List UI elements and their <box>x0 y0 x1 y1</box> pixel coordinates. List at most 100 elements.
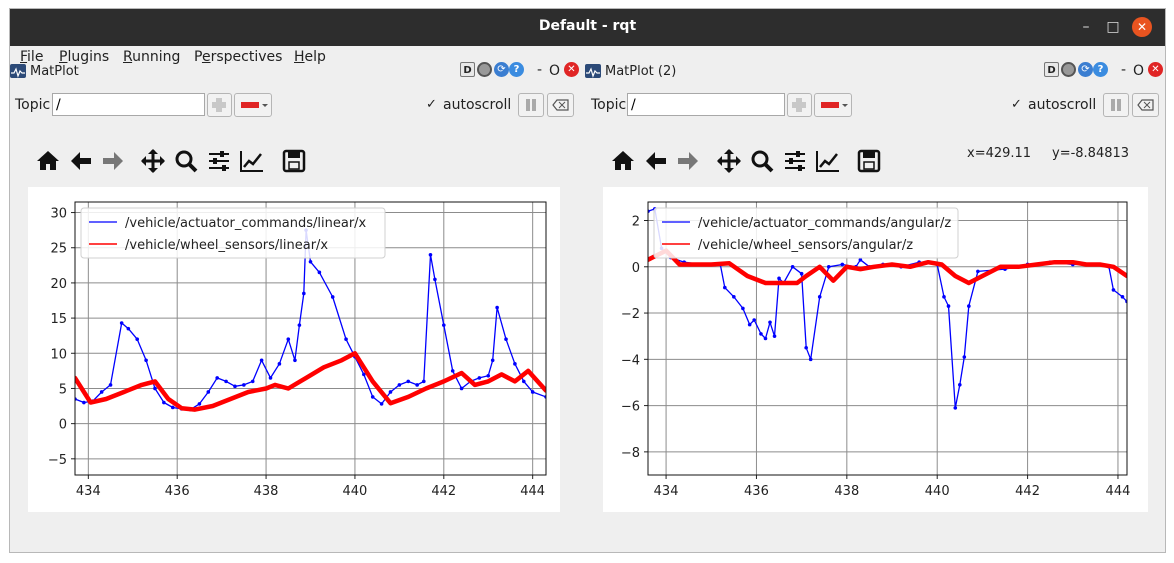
data-point <box>297 323 302 327</box>
dock-title: MatPlot <box>30 64 79 79</box>
pause-button[interactable] <box>1103 93 1129 117</box>
data-point <box>490 358 495 363</box>
data-point <box>513 362 517 366</box>
x-tick-label: 434 <box>654 484 679 499</box>
data-point <box>197 402 202 406</box>
pan-icon[interactable] <box>716 148 742 174</box>
docs-icon[interactable]: D <box>460 62 475 77</box>
add-topic-button[interactable] <box>787 93 812 117</box>
subplots-config-icon[interactable] <box>782 148 808 174</box>
legend-label: /vehicle/wheel_sensors/linear/x <box>125 238 328 253</box>
clear-button[interactable] <box>1132 93 1159 117</box>
autoscroll-label: autoscroll <box>443 97 512 113</box>
data-point <box>840 262 845 267</box>
data-point <box>415 383 419 387</box>
save-icon[interactable] <box>856 148 882 174</box>
pan-icon[interactable] <box>140 148 166 174</box>
topic-input[interactable] <box>627 93 785 116</box>
matplot-icon <box>10 64 26 78</box>
plot1-chart: 434 436 438 440 442 444 −5 0 5 10 15 20 25 30/vehicle… <box>48 201 547 499</box>
home-icon[interactable] <box>35 148 61 174</box>
maximize-button[interactable]: □ <box>1103 17 1123 37</box>
data-point <box>442 323 446 327</box>
x-tick-label: 438 <box>254 484 279 499</box>
edit-axis-icon[interactable] <box>815 148 841 174</box>
data-point <box>99 390 104 394</box>
zoom-icon[interactable] <box>749 148 775 174</box>
x-tick-label: 438 <box>834 484 859 499</box>
settings-icon[interactable] <box>1061 62 1076 77</box>
y-tick-label: 5 <box>59 382 67 397</box>
dock-close-button[interactable]: ✕ <box>1148 62 1163 77</box>
data-point <box>530 390 535 394</box>
settings-icon[interactable] <box>477 62 492 77</box>
data-point <box>763 336 768 341</box>
back-icon[interactable] <box>643 148 669 174</box>
dock-float-button[interactable]: O <box>1133 63 1144 79</box>
save-icon[interactable] <box>281 148 307 174</box>
forward-icon[interactable] <box>675 148 701 174</box>
y-tick-label: −4 <box>621 353 640 368</box>
matplot2-dock-header[interactable]: MatPlot (2) D ⟳ ? - O ✕ <box>585 62 1165 82</box>
pause-button[interactable] <box>518 93 544 117</box>
clear-button[interactable] <box>547 93 574 117</box>
data-point <box>790 264 795 269</box>
close-button[interactable]: ✕ <box>1132 17 1152 37</box>
autoscroll-label: autoscroll <box>1028 97 1097 113</box>
data-point <box>1120 295 1125 299</box>
data-point <box>293 358 297 363</box>
data-point <box>250 379 255 384</box>
data-point <box>817 295 822 299</box>
reload-icon[interactable]: ⟳ <box>494 62 509 77</box>
remove-topic-button[interactable] <box>234 93 272 117</box>
data-point <box>768 320 772 325</box>
y-tick-label: 30 <box>50 207 67 222</box>
title-bar[interactable]: Default - rqt – □ ✕ <box>10 9 1165 46</box>
data-point <box>308 260 313 264</box>
data-point <box>826 264 831 269</box>
data-point <box>450 369 455 373</box>
x-tick-label: 444 <box>1106 484 1131 499</box>
data-point <box>521 379 526 384</box>
docs-icon[interactable]: D <box>1044 62 1059 77</box>
data-point <box>428 252 433 257</box>
matplot-dock-header[interactable]: MatPlot D ⟳ ? - O ✕ <box>10 62 580 82</box>
plot1-canvas[interactable]: 434 436 438 440 442 444 −5 0 5 10 15 20 25 30/vehicle… <box>28 187 560 512</box>
data-point <box>317 270 322 275</box>
remove-topic-button[interactable] <box>814 93 852 117</box>
data-point <box>477 376 482 380</box>
dock-minimize-button[interactable]: - <box>537 62 542 78</box>
window-title: Default - rqt <box>538 18 637 34</box>
x-tick-label: 434 <box>76 484 101 499</box>
topic-input[interactable] <box>52 93 205 116</box>
data-point <box>379 402 384 406</box>
data-point <box>242 383 246 387</box>
data-point <box>459 386 464 391</box>
dock-minimize-button[interactable]: - <box>1121 62 1126 78</box>
legend-label: /vehicle/actuator_commands/linear/x <box>125 216 367 231</box>
y-tick-label: 0 <box>632 261 640 276</box>
data-point <box>967 304 971 308</box>
add-topic-button[interactable] <box>207 93 232 117</box>
forward-icon[interactable] <box>100 148 126 174</box>
back-icon[interactable] <box>68 148 94 174</box>
autoscroll-checkbox[interactable]: ✓ <box>426 98 438 111</box>
subplots-config-icon[interactable] <box>206 148 232 174</box>
edit-axis-icon[interactable] <box>239 148 265 174</box>
plot2-canvas[interactable]: 434 436 438 440 442 444 −8 −6 −4 −2 0 2/vehicle/act… <box>603 187 1148 512</box>
minimize-button[interactable]: – <box>1076 17 1096 37</box>
data-point <box>723 285 727 290</box>
dock-float-button[interactable]: O <box>549 63 560 79</box>
help-icon[interactable]: ? <box>509 62 524 77</box>
autoscroll-checkbox[interactable]: ✓ <box>1011 98 1023 111</box>
zoom-icon[interactable] <box>173 148 199 174</box>
x-tick-label: 442 <box>1015 484 1040 499</box>
dock-close-button[interactable]: ✕ <box>564 62 579 77</box>
y-tick-label: 25 <box>50 242 67 257</box>
help-icon[interactable]: ? <box>1093 62 1108 77</box>
data-point <box>747 322 752 327</box>
home-icon[interactable] <box>610 148 636 174</box>
data-point <box>422 379 426 384</box>
y-tick-label: 20 <box>50 277 67 292</box>
reload-icon[interactable]: ⟳ <box>1078 62 1093 77</box>
